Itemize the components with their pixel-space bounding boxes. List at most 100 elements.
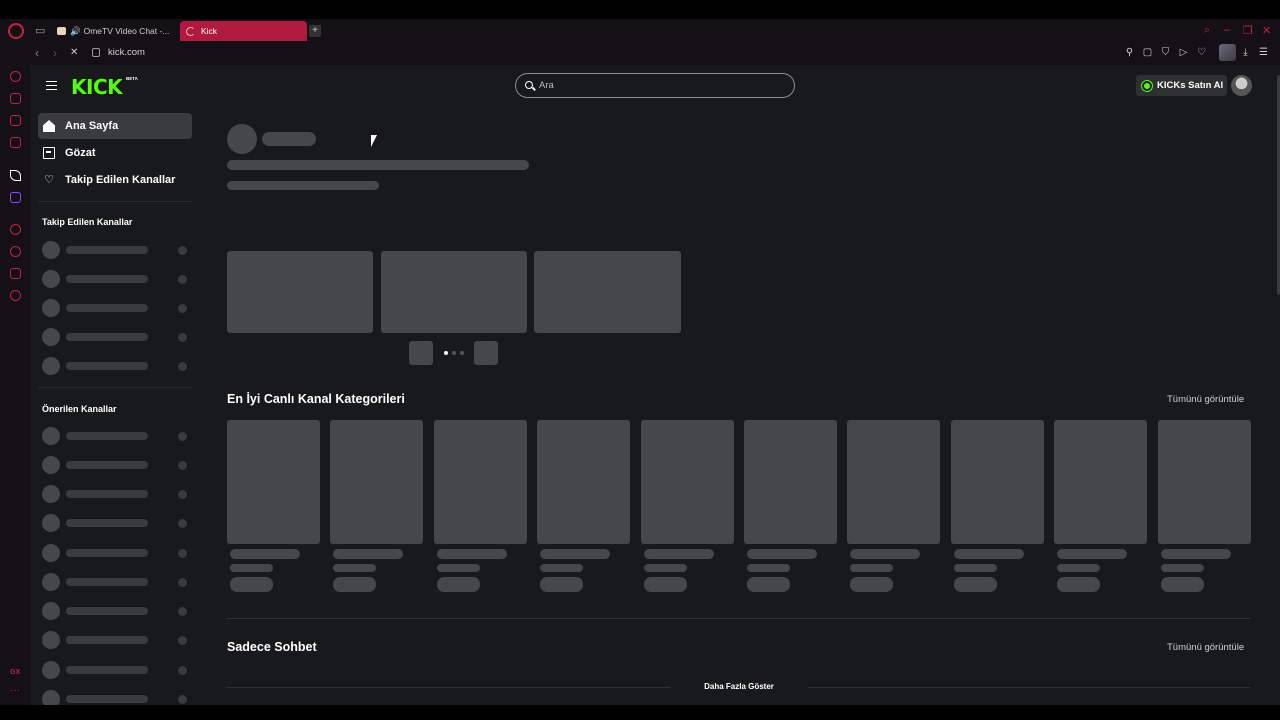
channel-skeleton (42, 602, 192, 620)
chat-only-heading: Sadece Sohbet (227, 640, 317, 654)
menu-hamburger-icon[interactable] (46, 81, 57, 90)
site-header: KICK BETA Ara KICKs Satın Al (30, 65, 1280, 107)
screen-bottom-border (0, 705, 1280, 720)
section-divider (227, 618, 1251, 619)
search-placeholder: Ara (539, 80, 554, 91)
carousel-card-skeleton[interactable] (227, 251, 373, 333)
featured-name-skeleton (262, 132, 316, 146)
category-card-skeleton[interactable] (847, 420, 941, 544)
category-card-skeleton[interactable] (330, 420, 424, 544)
category-tag-skeleton (747, 577, 790, 592)
gx-control-icon[interactable] (10, 71, 21, 82)
category-viewers-skeleton (333, 564, 377, 572)
lock-icon (92, 48, 100, 57)
followed-channels-heading: Takip Edilen Kanallar (42, 217, 133, 227)
category-card-skeleton[interactable] (227, 420, 320, 544)
sidebar-more-icon[interactable]: ··· (10, 685, 20, 696)
category-card-skeleton[interactable] (537, 420, 631, 544)
sidebar-item-label: Ana Sayfa (65, 120, 119, 132)
extensions-icon[interactable] (10, 268, 21, 279)
category-viewers-skeleton (1057, 564, 1101, 572)
category-tag-skeleton (1160, 577, 1204, 592)
category-card-skeleton[interactable] (744, 420, 837, 544)
close-window-icon[interactable]: ✕ (1262, 24, 1271, 37)
channel-skeleton (42, 299, 192, 317)
speaker-icon: 🔊 (70, 25, 81, 36)
kick-logo[interactable]: KICK (71, 75, 123, 99)
category-title-skeleton (850, 549, 921, 559)
pin-icon[interactable]: ⚲ (1124, 47, 1135, 58)
screen-top-border (0, 0, 1280, 19)
shield-icon[interactable]: ⛉ (1160, 47, 1171, 58)
carousel-dot[interactable] (444, 351, 448, 355)
carousel-prev-button[interactable] (409, 341, 433, 365)
search-input[interactable]: Ara (515, 73, 795, 98)
favorites-heart-icon[interactable]: ♡ (1196, 47, 1207, 58)
forward-icon[interactable]: › (53, 46, 57, 60)
url-field[interactable]: kick.com (108, 47, 145, 58)
kick-page: KICK BETA Ara KICKs Satın Al Ana Sayfa G… (30, 65, 1280, 705)
chat-see-all-link[interactable]: Tümünü görüntüle (1167, 642, 1244, 653)
maximize-icon[interactable]: ❐ (1243, 24, 1253, 37)
category-card-skeleton[interactable] (433, 420, 527, 544)
sidebar-item-home[interactable]: Ana Sayfa (38, 113, 192, 139)
carousel-card-skeleton[interactable] (381, 251, 527, 333)
category-tag-skeleton (953, 577, 997, 592)
channel-skeleton (42, 690, 192, 705)
carousel-dot[interactable] (452, 351, 456, 355)
carousel-card-skeleton[interactable] (534, 251, 681, 333)
channel-skeleton (42, 514, 192, 532)
tab-title: Kick (201, 26, 218, 36)
channel-skeleton (42, 456, 192, 474)
channel-skeleton (42, 661, 192, 679)
user-avatar[interactable] (1231, 75, 1252, 96)
easy-setup-icon[interactable]: ☰ (1258, 47, 1269, 58)
minimize-icon[interactable]: – (1224, 24, 1230, 36)
twitch-icon[interactable] (10, 192, 21, 203)
tab-workspace-icon[interactable]: ▭ (35, 24, 45, 37)
tab-kick[interactable]: Kick (180, 21, 307, 41)
sidebar-item-following[interactable]: ♡ Takip Edilen Kanallar (38, 167, 192, 193)
sidebar-item-label: Gözat (65, 147, 96, 159)
history-icon[interactable] (10, 246, 21, 257)
category-viewers-skeleton (747, 564, 790, 572)
twitch-app-icon[interactable] (10, 137, 21, 148)
stop-loading-icon[interactable]: ✕ (70, 47, 78, 58)
categories-see-all-link[interactable]: Tümünü görüntüle (1167, 394, 1244, 405)
kicks-coin-icon (1142, 80, 1152, 91)
buy-kicks-label: KICKs Satın Al (1157, 80, 1224, 91)
category-tag-skeleton (333, 577, 377, 592)
download-icon[interactable]: ⤓ (1240, 47, 1251, 58)
snapshot-icon[interactable]: ▢ (1142, 47, 1153, 58)
back-icon[interactable]: ‹ (35, 46, 39, 60)
player-icon[interactable]: ▷ (1178, 47, 1189, 58)
mouse-cursor (371, 135, 377, 147)
buy-kicks-button[interactable]: KICKs Satın Al (1136, 75, 1227, 96)
carousel-dot[interactable] (460, 351, 464, 355)
category-title-skeleton (540, 549, 611, 559)
category-title-skeleton (333, 549, 404, 559)
gx-corner-icon[interactable] (10, 93, 21, 104)
category-card-skeleton[interactable] (1054, 420, 1148, 544)
gx-label[interactable]: GX (10, 669, 20, 676)
category-card-skeleton[interactable] (640, 420, 734, 544)
messenger-icon[interactable] (10, 115, 21, 126)
show-more-button[interactable]: Daha Fazla Göster (670, 682, 808, 694)
category-title-skeleton (230, 549, 300, 559)
carousel-next-button[interactable] (474, 341, 498, 365)
featured-avatar-skeleton (227, 124, 257, 154)
category-title-skeleton (747, 549, 817, 559)
category-title-skeleton (953, 549, 1024, 559)
new-tab-button[interactable]: + (309, 25, 321, 37)
opera-menu-icon[interactable] (8, 23, 24, 39)
category-card-skeleton[interactable] (1157, 420, 1251, 544)
player-sidebar-icon[interactable] (10, 224, 21, 235)
tab-ometv[interactable]: 🔊 OmeTV Video Chat -... (51, 21, 176, 41)
tab-search-icon[interactable]: ⌕ (1204, 24, 1210, 37)
category-title-skeleton (436, 549, 507, 559)
profile-avatar[interactable] (1219, 44, 1236, 61)
aria-icon[interactable] (10, 170, 21, 181)
settings-gear-icon[interactable] (10, 290, 21, 301)
sidebar-item-browse[interactable]: Gözat (38, 140, 192, 166)
category-card-skeleton[interactable] (950, 420, 1044, 544)
